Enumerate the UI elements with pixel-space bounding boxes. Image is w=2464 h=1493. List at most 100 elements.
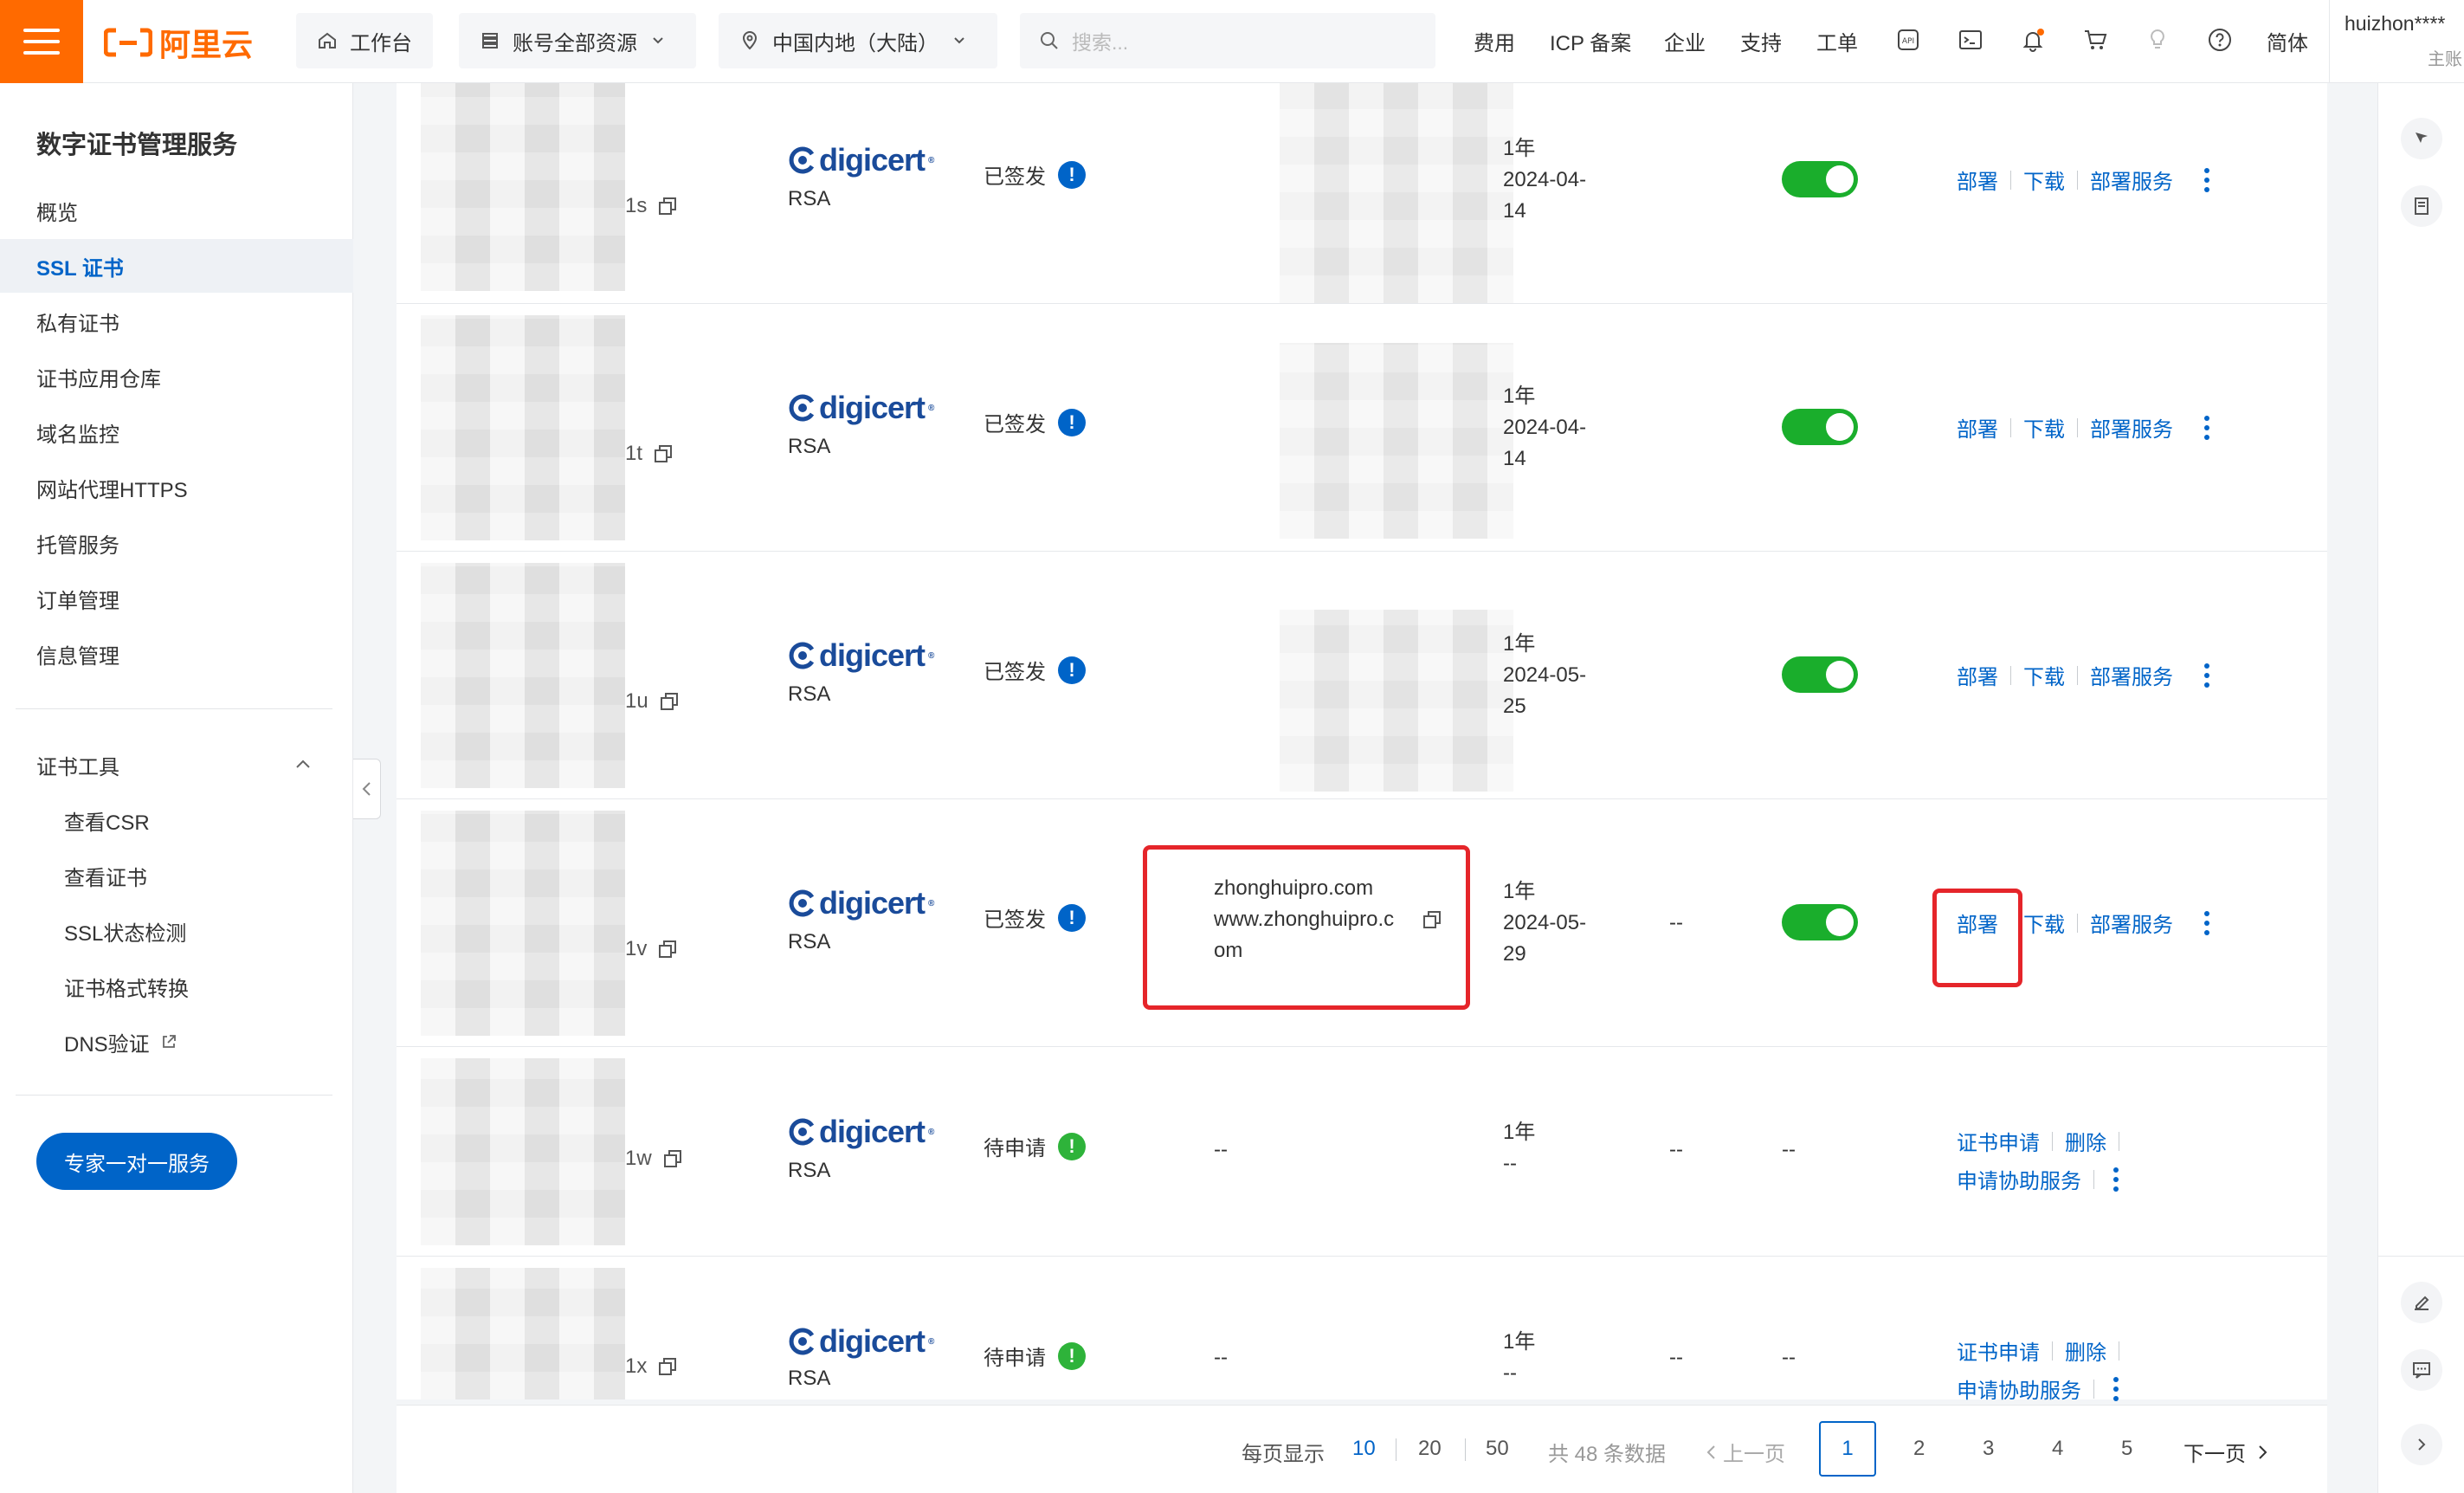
copy-icon[interactable] bbox=[657, 1356, 678, 1377]
page-2-button[interactable]: 2 bbox=[1913, 1437, 1925, 1461]
nav-enterprise[interactable]: 企业 bbox=[1664, 26, 1706, 56]
info-icon[interactable]: ! bbox=[1058, 160, 1086, 189]
copy-icon[interactable] bbox=[653, 443, 674, 464]
delete-link[interactable]: 删除 bbox=[2065, 1126, 2106, 1156]
cart-icon[interactable] bbox=[2080, 24, 2111, 55]
edit-icon[interactable] bbox=[2401, 1282, 2442, 1323]
copy-icon[interactable] bbox=[662, 1148, 683, 1169]
copy-icon[interactable] bbox=[1422, 909, 1442, 930]
expand-rail-icon[interactable] bbox=[2401, 1424, 2442, 1465]
next-page-button[interactable]: 下一页 bbox=[2183, 1437, 2270, 1467]
sidebar-item-dns-verify[interactable]: DNS验证 bbox=[0, 1015, 353, 1069]
search-input[interactable]: 搜索... bbox=[1020, 13, 1435, 68]
delete-link[interactable]: 删除 bbox=[2065, 1335, 2106, 1366]
download-link[interactable]: 下载 bbox=[2023, 660, 2065, 690]
deploy-link[interactable]: 部署 bbox=[1957, 412, 1998, 443]
auto-renew-toggle[interactable] bbox=[1782, 161, 1858, 197]
expert-service-button[interactable]: 专家一对一服务 bbox=[36, 1133, 237, 1190]
page-1-button[interactable]: 1 bbox=[1819, 1421, 1876, 1477]
sidebar-item-domain-monitor[interactable]: 域名监控 bbox=[0, 405, 353, 459]
apply-cert-link[interactable]: 证书申请 bbox=[1957, 1126, 2040, 1156]
cert-id-suffix: 1w bbox=[625, 1147, 652, 1170]
page-size-option[interactable]: 20 bbox=[1418, 1437, 1442, 1461]
info-icon[interactable]: ! bbox=[1058, 903, 1086, 932]
page-size-option[interactable]: 10 bbox=[1352, 1437, 1376, 1461]
more-actions-icon[interactable] bbox=[2204, 662, 2209, 688]
info-icon[interactable]: ! bbox=[1058, 1341, 1086, 1370]
more-actions-icon[interactable] bbox=[2204, 167, 2209, 192]
auto-renew-toggle[interactable] bbox=[1782, 409, 1858, 445]
sidebar-item-ssl-check[interactable]: SSL状态检测 bbox=[0, 904, 353, 958]
hamburger-menu-button[interactable] bbox=[0, 0, 83, 83]
cert-brand: digicert bbox=[819, 885, 926, 921]
page-size-option[interactable]: 50 bbox=[1486, 1437, 1509, 1461]
resource-scope-select[interactable]: 账号全部资源 bbox=[459, 13, 696, 68]
prev-page-button[interactable]: 上一页 bbox=[1704, 1437, 1785, 1467]
sidebar-item-info[interactable]: 信息管理 bbox=[0, 627, 353, 681]
more-actions-icon[interactable] bbox=[2113, 1167, 2119, 1192]
deploy-service-link[interactable]: 部署服务 bbox=[2090, 908, 2173, 938]
cert-brand: digicert bbox=[819, 390, 926, 425]
more-actions-icon[interactable] bbox=[2113, 1376, 2119, 1401]
download-link[interactable]: 下载 bbox=[2023, 165, 2065, 195]
sidebar-collapse-button[interactable] bbox=[353, 759, 381, 819]
row-actions: 部署 下载 部署服务 bbox=[1957, 660, 2209, 690]
sidebar-item-overview[interactable]: 概览 bbox=[0, 184, 353, 237]
notification-bell-icon[interactable] bbox=[2017, 24, 2048, 55]
nav-support[interactable]: 支持 bbox=[1740, 26, 1782, 56]
terminal-icon[interactable] bbox=[1955, 24, 1986, 55]
sidebar-divider bbox=[16, 1095, 332, 1096]
help-icon[interactable] bbox=[2204, 24, 2235, 55]
nav-ticket[interactable]: 工单 bbox=[1816, 26, 1858, 56]
language-switch[interactable]: 简体 bbox=[2267, 26, 2308, 56]
row-divider bbox=[397, 551, 2327, 552]
assist-service-link[interactable]: 申请协助服务 bbox=[1957, 1373, 2081, 1404]
deploy-service-link[interactable]: 部署服务 bbox=[2090, 660, 2173, 690]
auto-renew-toggle[interactable] bbox=[1782, 904, 1858, 940]
sidebar-item-cert-repo[interactable]: 证书应用仓库 bbox=[0, 350, 353, 404]
deploy-link[interactable]: 部署 bbox=[1957, 165, 1998, 195]
sidebar-item-format-convert[interactable]: 证书格式转换 bbox=[0, 960, 353, 1013]
info-icon[interactable]: ! bbox=[1058, 408, 1086, 436]
deploy-service-link[interactable]: 部署服务 bbox=[2090, 165, 2173, 195]
assist-service-link[interactable]: 申请协助服务 bbox=[1957, 1164, 2081, 1194]
sidebar-item-private-cert[interactable]: 私有证书 bbox=[0, 294, 353, 348]
nav-fees[interactable]: 费用 bbox=[1474, 26, 1515, 56]
download-link[interactable]: 下载 bbox=[2023, 908, 2065, 938]
more-actions-icon[interactable] bbox=[2204, 415, 2209, 440]
workbench-button[interactable]: 工作台 bbox=[296, 13, 433, 68]
copy-icon[interactable] bbox=[657, 196, 678, 217]
auto-renew-toggle[interactable] bbox=[1782, 656, 1858, 693]
pin-icon[interactable] bbox=[2401, 118, 2442, 159]
sidebar-item-orders[interactable]: 订单管理 bbox=[0, 572, 353, 625]
sidebar-item-view-csr[interactable]: 查看CSR bbox=[0, 793, 353, 847]
page-4-button[interactable]: 4 bbox=[2052, 1437, 2063, 1461]
digicert-mark-icon bbox=[789, 1118, 815, 1146]
notebook-icon[interactable] bbox=[2401, 185, 2442, 227]
sidebar-item-ssl-cert[interactable]: SSL 证书 bbox=[0, 239, 353, 293]
deploy-link[interactable]: 部署 bbox=[1957, 908, 1998, 938]
more-actions-icon[interactable] bbox=[2204, 910, 2209, 935]
sidebar-item-managed-service[interactable]: 托管服务 bbox=[0, 516, 353, 570]
nav-icp[interactable]: ICP 备案 bbox=[1550, 26, 1631, 56]
sidebar-item-proxy-https[interactable]: 网站代理HTTPS bbox=[0, 461, 353, 514]
region-select[interactable]: 中国内地（大陆） bbox=[719, 13, 997, 68]
page-5-button[interactable]: 5 bbox=[2121, 1437, 2132, 1461]
cert-brand: digicert bbox=[819, 1114, 926, 1149]
download-link[interactable]: 下载 bbox=[2023, 412, 2065, 443]
deploy-link[interactable]: 部署 bbox=[1957, 660, 1998, 690]
api-icon[interactable]: API bbox=[1893, 24, 1924, 55]
sidebar-group-cert-tools[interactable]: 证书工具 bbox=[0, 738, 353, 792]
info-icon[interactable]: ! bbox=[1058, 656, 1086, 684]
apply-cert-link[interactable]: 证书申请 bbox=[1957, 1335, 2040, 1366]
copy-icon[interactable] bbox=[657, 939, 678, 960]
aliyun-logo[interactable]: 阿里云 bbox=[104, 21, 253, 64]
copy-icon[interactable] bbox=[659, 691, 680, 712]
lightbulb-icon[interactable] bbox=[2142, 24, 2173, 55]
sidebar-item-view-cert[interactable]: 查看证书 bbox=[0, 849, 353, 902]
feedback-icon[interactable] bbox=[2401, 1349, 2442, 1391]
username[interactable]: huizhon**** bbox=[2345, 12, 2445, 36]
page-3-button[interactable]: 3 bbox=[1983, 1437, 1994, 1461]
deploy-service-link[interactable]: 部署服务 bbox=[2090, 412, 2173, 443]
info-icon[interactable]: ! bbox=[1058, 1132, 1086, 1160]
